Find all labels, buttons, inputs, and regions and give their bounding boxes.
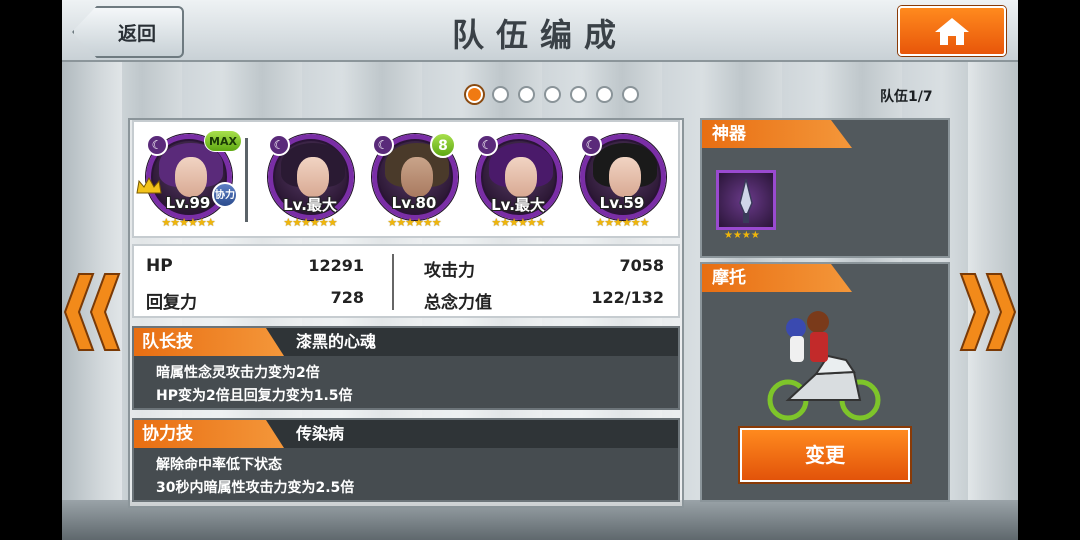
team-member-3[interactable]: ☾ 8 Lv.80 ★★★★★★	[368, 132, 460, 234]
motorbike-tag: 摩托	[702, 264, 852, 292]
member-rarity-stars: ★★★★★★	[491, 216, 545, 229]
member-rarity-stars: ★★★★★★	[595, 216, 649, 229]
leader-skill-line-1: 暗属性念灵攻击力变为2倍	[156, 365, 320, 381]
assist-skill-tag: 协力技	[134, 420, 284, 448]
home-button[interactable]	[898, 6, 1006, 56]
artifact-tag: 神器	[702, 120, 852, 148]
next-team-arrow[interactable]	[958, 272, 1018, 352]
dark-element-icon: ☾	[580, 134, 602, 156]
page-dot-6[interactable]	[596, 86, 613, 103]
member-level: Lv.最大	[491, 196, 545, 214]
leader-skill-tag: 队长技	[134, 328, 284, 356]
assist-skill-box: 协力技 传染病 解除命中率低下状态 30秒内暗属性攻击力变为2.5倍	[132, 418, 680, 502]
member-level: Lv.59	[599, 194, 645, 212]
member-rarity-stars: ★★★★★★	[161, 216, 215, 229]
recover-value: 728	[330, 288, 364, 307]
spirit-total-label: 总念力值	[424, 293, 492, 313]
team-stats-panel: HP 12291 回复力 728 攻击力 7058 总念力值 122/132	[132, 244, 680, 318]
back-button-label: 返回	[117, 22, 156, 45]
leader-skill-box: 队长技 漆黑的心魂 暗属性念灵攻击力变为2倍 HP变为2倍且回复力变为1.5倍	[132, 326, 680, 410]
level-count-badge: 8	[430, 132, 456, 158]
team-member-2[interactable]: ☾ Lv.最大 ★★★★★★	[264, 134, 356, 234]
artifact-slot[interactable]	[716, 170, 776, 230]
artifact-item-icon	[739, 178, 753, 223]
double-chevron-right-icon	[959, 273, 1017, 351]
stats-divider	[392, 254, 394, 310]
hp-label: HP	[146, 256, 173, 276]
artifact-panel: 神器 ★★★★	[700, 118, 950, 258]
attack-value: 7058	[619, 256, 664, 275]
team-member-1[interactable]: ☾ MAX 协力 Lv.99 ★★★★★★	[136, 130, 242, 234]
hp-value: 12291	[308, 256, 364, 275]
assist-skill-line-1: 解除命中率低下状态	[156, 457, 282, 473]
page-dot-5[interactable]	[570, 86, 587, 103]
recover-label: 回复力	[146, 293, 197, 313]
page-dot-3[interactable]	[518, 86, 535, 103]
page-dot-2[interactable]	[492, 86, 509, 103]
previous-team-arrow[interactable]	[62, 272, 122, 352]
dark-element-icon: ☾	[372, 134, 394, 156]
team-members-row: ☾ MAX 协力 Lv.99 ★★★★★★ ☾ Lv.最大 ★★★★★★ ☾ 8…	[132, 120, 680, 238]
page-dot-1[interactable]	[466, 86, 483, 103]
double-chevron-left-icon	[63, 273, 121, 351]
dark-element-icon: ☾	[476, 134, 498, 156]
assist-skill-name: 传染病	[296, 424, 345, 443]
page-title: 队伍编成	[451, 16, 628, 54]
artifact-rarity-stars: ★★★★	[724, 230, 760, 241]
member-rarity-stars: ★★★★★★	[387, 216, 441, 229]
team-member-4[interactable]: ☾ Lv.最大 ★★★★★★	[472, 134, 564, 234]
member-level: Lv.80	[391, 194, 437, 212]
member-rarity-stars: ★★★★★★	[283, 216, 337, 229]
leader-divider	[245, 138, 248, 222]
dark-element-icon: ☾	[268, 134, 290, 156]
assist-skill-line-2: 30秒内暗属性攻击力变为2.5倍	[156, 480, 355, 496]
home-icon	[935, 18, 969, 45]
member-level: Lv.最大	[283, 196, 337, 214]
change-motorbike-button[interactable]: 变更	[740, 428, 910, 482]
page-dot-7[interactable]	[622, 86, 639, 103]
spirit-total-value: 122/132	[591, 288, 664, 307]
member-level: Lv.99	[165, 194, 211, 212]
max-badge: MAX	[204, 130, 242, 152]
motorbike-riders-illustration	[767, 311, 881, 421]
page-dot-4[interactable]	[544, 86, 561, 103]
team-index-label: 队伍1/7	[880, 89, 933, 105]
team-page-indicator	[466, 86, 639, 103]
attack-label: 攻击力	[424, 261, 475, 281]
leader-skill-name: 漆黑的心魂	[296, 332, 377, 351]
dark-element-icon: ☾	[146, 134, 168, 156]
team-member-5[interactable]: ☾ Lv.59 ★★★★★★	[576, 134, 668, 234]
leader-skill-line-2: HP变为2倍且回复力变为1.5倍	[156, 388, 353, 404]
leader-crown-icon	[136, 176, 162, 194]
